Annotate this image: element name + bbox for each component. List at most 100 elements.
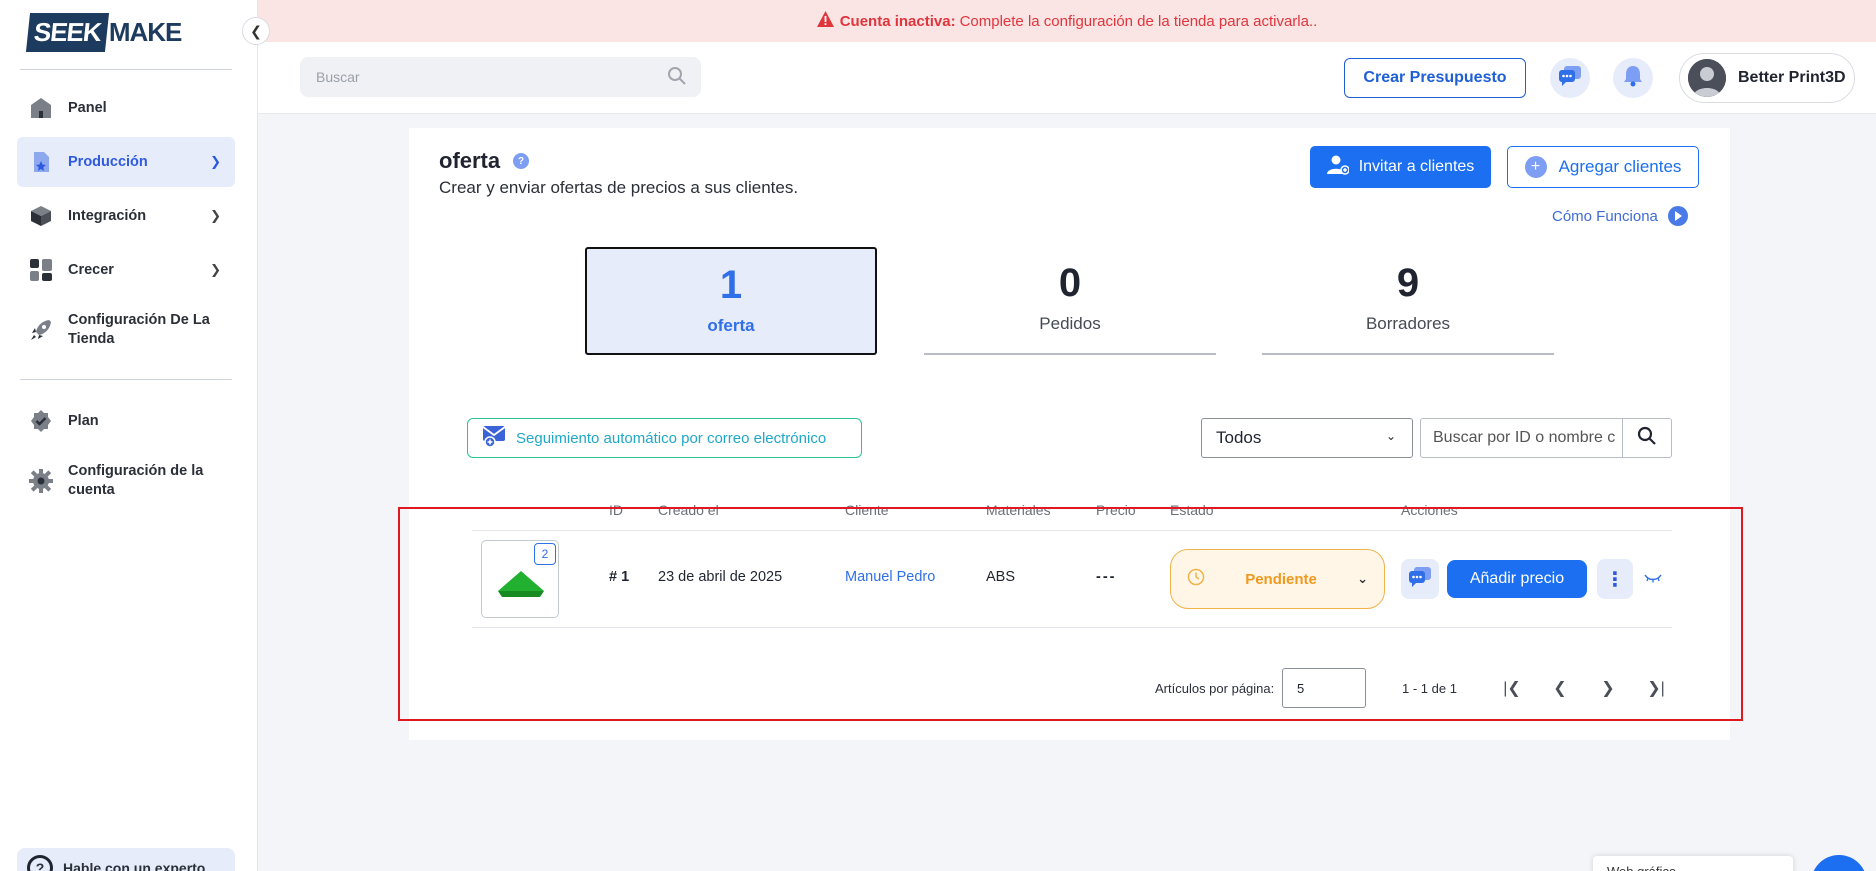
stat-value: 0 <box>1058 261 1082 305</box>
file-count-badge: 2 <box>534 543 556 565</box>
email-follow-up-button[interactable]: Seguimiento automático por correo electr… <box>467 418 862 458</box>
document-star-icon <box>28 149 54 175</box>
column-header-id: ID <box>609 502 623 518</box>
seekmake-logo[interactable]: SEEK MAKE <box>25 10 183 54</box>
pagination-range: 1 - 1 de 1 <box>1402 681 1457 696</box>
global-search-input[interactable]: Buscar <box>300 57 701 97</box>
column-header-client: Cliente <box>845 502 889 518</box>
sidebar-item-label: Configuración de la cuenta <box>68 463 204 498</box>
items-per-page-input[interactable]: 5 <box>1282 668 1366 708</box>
sidebar-item-label: Panel <box>68 99 107 116</box>
stat-orders-tab[interactable]: 0 Pedidos <box>924 247 1216 355</box>
rocket-icon <box>28 317 54 343</box>
top-header: Buscar Crear Presupuesto Better Print3D <box>258 42 1876 114</box>
messages-button[interactable] <box>1550 58 1590 98</box>
inactive-account-banner: Cuenta inactiva: Complete la configuraci… <box>258 0 1876 42</box>
sidebar-divider <box>20 379 232 380</box>
more-actions-button[interactable]: ⋮ <box>1597 559 1633 599</box>
sidebar-item-crecer[interactable]: Crecer ❯ <box>17 245 235 295</box>
chevron-left-icon: ❮ <box>1553 680 1567 697</box>
create-quote-button[interactable]: Crear Presupuesto <box>1344 58 1526 98</box>
column-header-actions: Acciones <box>1401 502 1458 518</box>
search-icon <box>1637 426 1657 451</box>
stat-label: oferta <box>707 316 755 335</box>
search-placeholder: Buscar <box>316 69 360 85</box>
row-material: ABS <box>986 569 1016 585</box>
first-page-icon: |❮ <box>1503 680 1521 697</box>
status-filter-select[interactable]: Todos ⌄ <box>1201 418 1413 458</box>
help-label: Hable con un experto <box>63 860 206 871</box>
stat-label: Pedidos <box>1039 314 1101 333</box>
search-icon <box>667 66 687 89</box>
sidebar-item-label: Configuración De La Tienda <box>68 312 210 347</box>
first-page-button[interactable]: |❮ <box>1500 676 1524 700</box>
how-it-works-label: Cómo Funciona <box>1552 207 1658 225</box>
sidebar-item-label: Crecer <box>68 261 114 278</box>
talk-to-expert-button[interactable]: ? Hable con un experto <box>17 848 235 871</box>
chat-icon <box>1559 65 1581 91</box>
stat-value: 1 <box>719 263 743 307</box>
sidebar-item-integracion[interactable]: Integración ❯ <box>17 191 235 241</box>
stat-offers-tab[interactable]: 1 oferta <box>585 247 877 355</box>
invite-clients-label: Invitar a clientes <box>1358 158 1475 175</box>
logo-make: MAKE <box>108 16 183 47</box>
user-add-icon <box>1326 155 1350 180</box>
corner-widget[interactable]: Web gráfico <box>1593 856 1793 871</box>
hide-eye-icon[interactable] <box>1644 570 1662 586</box>
chevron-down-icon[interactable]: ❯ <box>210 154 221 170</box>
invite-clients-button[interactable]: Invitar a clientes <box>1310 146 1491 188</box>
collapse-sidebar-button[interactable]: ❮ <box>242 17 270 45</box>
row-chat-button[interactable] <box>1401 559 1439 599</box>
row-id: # 1 <box>609 569 630 585</box>
banner-message: Complete la configuración de la tienda p… <box>959 12 1318 30</box>
sidebar-item-configuracion-tienda[interactable]: Configuración De La Tienda <box>17 305 235 355</box>
chevron-down-icon[interactable]: ❯ <box>210 262 221 278</box>
sidebar-item-produccion[interactable]: Producción ❯ <box>17 137 235 187</box>
avatar <box>1688 59 1726 97</box>
how-it-works-link[interactable]: Cómo Funciona <box>1552 206 1688 226</box>
offer-search[interactable]: Buscar por ID o nombre c <box>1420 418 1672 458</box>
add-price-button[interactable]: Añadir precio <box>1447 560 1587 598</box>
chevron-down-icon: ⌄ <box>1357 571 1368 586</box>
info-icon[interactable]: ? <box>513 153 529 169</box>
row-created: 23 de abril de 2025 <box>658 569 783 585</box>
notifications-button[interactable] <box>1613 58 1653 98</box>
kebab-icon: ⋮ <box>1605 568 1625 591</box>
sidebar-item-plan[interactable]: Plan <box>17 396 235 446</box>
chevron-left-icon: ❮ <box>250 22 262 39</box>
banner-title: Cuenta inactiva: <box>839 12 956 30</box>
last-page-button[interactable]: ❯| <box>1644 676 1668 700</box>
stat-label: Borradores <box>1365 314 1451 333</box>
prev-page-button[interactable]: ❮ <box>1548 676 1572 700</box>
next-page-button[interactable]: ❯ <box>1596 676 1620 700</box>
stat-drafts-tab[interactable]: 9 Borradores <box>1262 247 1554 355</box>
chat-fab-button[interactable] <box>1811 855 1867 871</box>
column-header-status: Estado <box>1170 502 1214 518</box>
items-per-page-label: Artículos por página: <box>1155 681 1275 696</box>
user-name: Better Print3D <box>1738 69 1846 86</box>
chevron-right-icon: ❯ <box>1601 680 1615 697</box>
search-button[interactable] <box>1623 419 1671 457</box>
warning-icon <box>816 11 834 31</box>
logo-seek: SEEK <box>25 12 109 52</box>
sidebar-item-panel[interactable]: Panel <box>17 83 235 133</box>
email-follow-up-label: Seguimiento automático por correo electr… <box>516 429 827 447</box>
chevron-down-icon[interactable]: ❯ <box>210 208 221 224</box>
model-thumbnail[interactable]: 2 <box>481 540 559 618</box>
clock-icon <box>1187 568 1205 590</box>
sidebar-divider <box>20 69 232 70</box>
row-price: --- <box>1096 569 1117 585</box>
user-menu[interactable]: Better Print3D <box>1679 53 1855 103</box>
add-clients-button[interactable]: + Agregar clientes <box>1507 146 1699 188</box>
sidebar-item-configuracion-cuenta[interactable]: Configuración de la cuenta <box>17 456 235 506</box>
offer-search-input[interactable]: Buscar por ID o nombre c <box>1421 419 1623 457</box>
model-preview-icon <box>498 571 544 597</box>
page-subtitle: Crear y enviar ofertas de precios a sus … <box>439 178 799 197</box>
home-icon <box>28 95 54 121</box>
row-client-link[interactable]: Manuel Pedro <box>845 569 935 585</box>
badge-check-icon <box>28 408 54 434</box>
grid-icon <box>28 257 54 283</box>
status-dropdown[interactable]: Pendiente ⌄ <box>1170 549 1385 609</box>
chevron-down-icon: ⌄ <box>1385 429 1396 443</box>
sidebar-item-label: Plan <box>68 412 99 429</box>
